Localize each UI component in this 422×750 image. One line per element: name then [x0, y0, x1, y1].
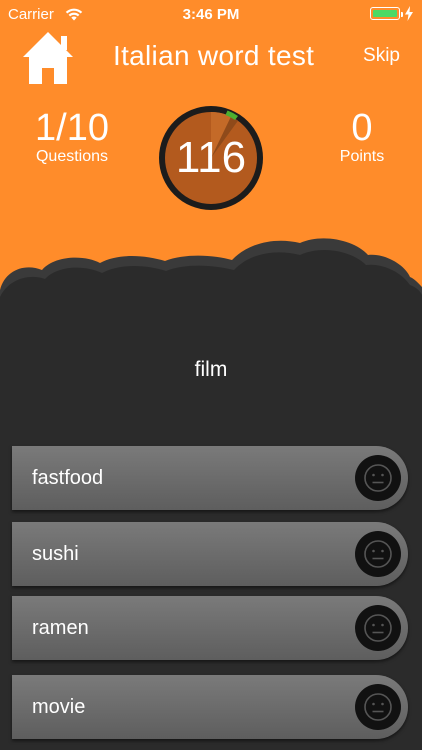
answer-label: fastfood [32, 467, 104, 489]
questions-label: Questions [35, 148, 109, 165]
neutral-face-icon [355, 684, 401, 730]
neutral-face-icon [355, 605, 401, 651]
points-label: Points [339, 148, 385, 165]
answer-option-3[interactable]: ramen [12, 596, 408, 660]
questions-stat: 1/10 Questions [22, 108, 122, 166]
cloud-divider [0, 238, 422, 345]
status-bar: Carrier 3:46 PM [0, 0, 422, 30]
skip-button[interactable]: Skip [363, 45, 400, 67]
points-value: 0 [351, 107, 373, 149]
clock: 3:46 PM [182, 6, 240, 23]
answer-option-4[interactable]: movie [12, 675, 408, 739]
neutral-face-icon [355, 531, 401, 577]
questions-value: 1/10 [35, 107, 109, 149]
answer-option-1[interactable]: fastfood [12, 446, 408, 510]
answer-label: sushi [32, 543, 79, 565]
battery-icon [370, 7, 403, 20]
question-word: film [194, 358, 228, 381]
points-stat: 0 Points [322, 108, 402, 166]
timer-value: 116 [175, 133, 247, 182]
answer-option-2[interactable]: sushi [12, 522, 408, 586]
answer-label: ramen [32, 617, 89, 639]
home-icon[interactable] [21, 30, 75, 86]
answer-label: movie [32, 696, 86, 718]
page-title: Italian word test [113, 40, 315, 71]
bolt-icon [405, 6, 413, 21]
neutral-face-icon [355, 455, 401, 501]
